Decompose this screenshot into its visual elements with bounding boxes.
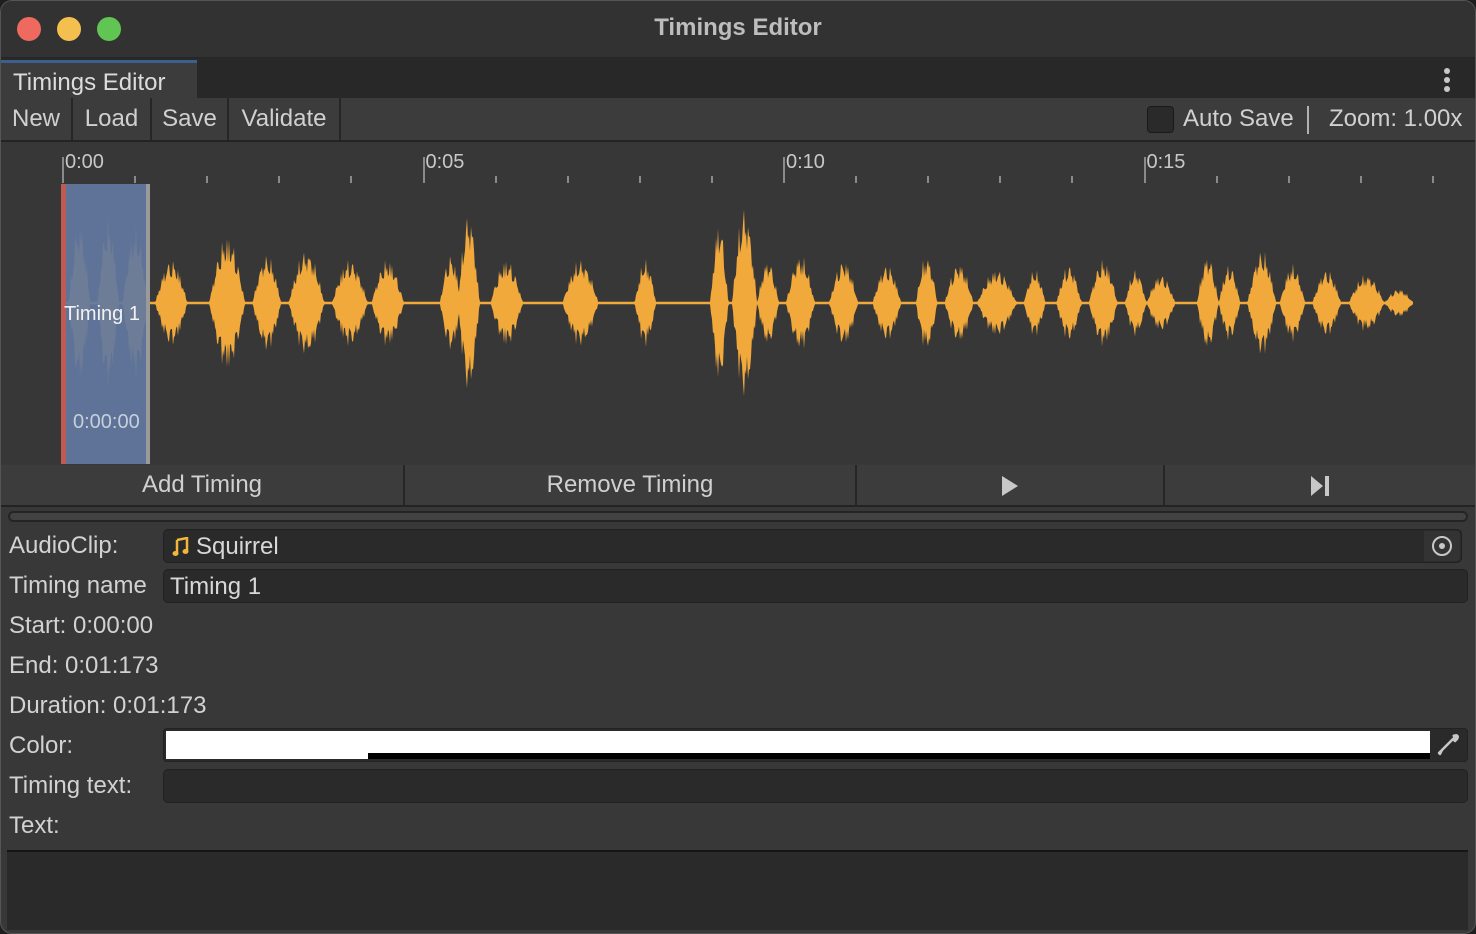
- timing-name-value: Timing 1: [170, 573, 262, 600]
- auto-save-toggle[interactable]: Auto Save: [1147, 104, 1294, 134]
- timing-name-input[interactable]: Timing 1: [163, 569, 1468, 603]
- title-bar: Timings Editor: [1, 1, 1475, 58]
- tab-label: Timings Editor: [13, 69, 166, 96]
- tab-timings-editor[interactable]: Timings Editor: [1, 60, 197, 98]
- play-button[interactable]: [857, 465, 1165, 505]
- toolbar-separator: [1307, 106, 1309, 134]
- duration-text: Duration: 0:01:173: [9, 692, 207, 719]
- color-field[interactable]: [163, 728, 1468, 762]
- text-area[interactable]: [7, 850, 1468, 930]
- eyedropper-button[interactable]: [1431, 731, 1465, 759]
- toolbar: New Load Save Validate Auto Save Zoom: 1…: [1, 98, 1475, 142]
- save-button[interactable]: Save: [152, 98, 229, 140]
- timing-region-name: Timing 1: [64, 303, 140, 325]
- timing-name-label: Timing name: [9, 572, 147, 599]
- timings-editor-window: Timings Editor Timings Editor New Load S…: [0, 0, 1476, 934]
- eyedropper-icon: [1437, 734, 1459, 756]
- timing-region-start-time: 0:00:00: [73, 411, 140, 433]
- horizontal-scrollbar[interactable]: [8, 511, 1468, 522]
- color-swatch[interactable]: [166, 731, 1430, 759]
- audioclip-field[interactable]: Squirrel: [163, 529, 1462, 563]
- audio-waveform[interactable]: [1, 142, 1476, 464]
- tab-bar: Timings Editor: [1, 58, 1475, 99]
- kebab-menu-icon[interactable]: [1443, 68, 1451, 92]
- zoom-level-label: Zoom: 1.00x: [1329, 105, 1463, 132]
- timeline-panel[interactable]: 0:00 0:05 0:10 0:15 Timing 1 0:00:00: [1, 142, 1475, 464]
- audio-note-icon: [172, 537, 189, 556]
- audioclip-label: AudioClip:: [9, 532, 119, 559]
- remove-timing-button[interactable]: Remove Timing: [405, 465, 857, 505]
- color-label: Color:: [9, 732, 74, 759]
- text-label: Text:: [9, 812, 60, 839]
- load-button[interactable]: Load: [73, 98, 152, 140]
- window-title: Timings Editor: [654, 14, 822, 41]
- object-picker-button[interactable]: [1424, 531, 1460, 561]
- auto-save-label: Auto Save: [1183, 105, 1294, 132]
- timing-text-label: Timing text:: [9, 772, 133, 799]
- timing-end-handle[interactable]: [145, 184, 150, 464]
- timing-actions-bar: Add Timing Remove Timing: [1, 465, 1475, 507]
- validate-button[interactable]: Validate: [229, 98, 341, 140]
- new-button[interactable]: New: [1, 98, 73, 140]
- skip-to-end-icon: [1311, 475, 1329, 496]
- color-alpha-bar: [368, 753, 1430, 759]
- audioclip-value: Squirrel: [196, 533, 279, 560]
- add-timing-button[interactable]: Add Timing: [1, 465, 405, 505]
- waveform-shape: [65, 209, 1413, 397]
- end-time-text: End: 0:01:173: [9, 652, 159, 679]
- timing-text-input[interactable]: [163, 769, 1468, 803]
- auto-save-checkbox[interactable]: [1147, 105, 1174, 133]
- timing-region[interactable]: Timing 1 0:00:00: [61, 184, 150, 464]
- skip-to-end-button[interactable]: [1165, 465, 1475, 505]
- play-icon: [1002, 475, 1018, 496]
- start-time-text: Start: 0:00:00: [9, 612, 154, 639]
- object-picker-icon: [1432, 536, 1452, 556]
